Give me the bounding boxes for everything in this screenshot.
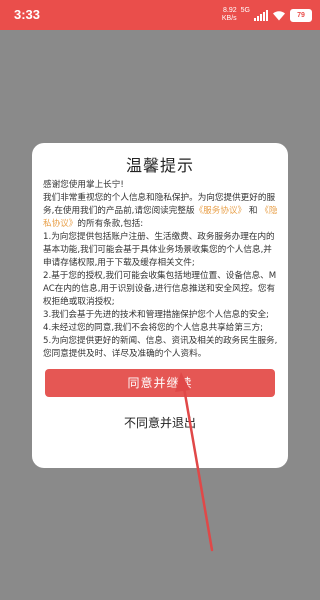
battery-icon: 79 (290, 8, 312, 22)
intro-after: 的所有条款,包括: (77, 219, 144, 229)
status-icons: 8.92 KB/s 5G 79 (222, 6, 312, 24)
status-time: 3:33 (14, 7, 41, 22)
dialog-title: 温馨提示 (125, 156, 194, 175)
network-type: 5G (240, 7, 250, 14)
network-speed-value: 8.92 (223, 7, 237, 14)
status-bar: 3:33 8.92 KB/s 5G 79 (0, 0, 320, 30)
clause-4: 4.未经过您的同意,我们不会将您的个人信息共享给第三方; (43, 323, 264, 333)
greeting-text: 感谢您使用掌上长宁! (43, 180, 124, 190)
agree-continue-button[interactable]: 同意并继续 (45, 369, 275, 397)
network-speed-unit: KB/s (221, 15, 237, 22)
clause-3: 3.我们会基于先进的技术和管理措施保护您个人信息的安全; (43, 310, 269, 320)
intro-and: 和 (248, 206, 258, 216)
disagree-exit-button[interactable]: 不同意并退出 (45, 411, 275, 435)
clause-1: 1.为向您提供包括账户注册、生活缴费、政务服务办理在内的基本功能,我们可能会基于… (43, 232, 275, 268)
service-agreement-link[interactable]: 《服务协议》 (195, 206, 247, 216)
privacy-dialog: 温馨提示 感谢您使用掌上长宁! 我们非常重视您的个人信息和隐私保护。为向您提供更… (32, 143, 288, 468)
signal-icon (254, 9, 268, 21)
dialog-body: 感谢您使用掌上长宁! 我们非常重视您的个人信息和隐私保护。为向您提供更好的服务,… (43, 179, 279, 361)
clause-2: 2.基于您的授权,我们可能会收集包括地理位置、设备信息、MAC在内的信息,用于识… (43, 271, 277, 307)
clause-5: 5.为向您提供更好的新闻、信息、资讯及相关的政务民生服务,您同意提供及时、详尽及… (43, 336, 278, 359)
network-speed: 8.92 KB/s (222, 7, 237, 23)
intro-text: 我们非常重视您的个人信息和隐私保护。为向您提供更好的服务,在使用我们的产品前,请… (43, 192, 279, 231)
wifi-icon (273, 10, 285, 20)
